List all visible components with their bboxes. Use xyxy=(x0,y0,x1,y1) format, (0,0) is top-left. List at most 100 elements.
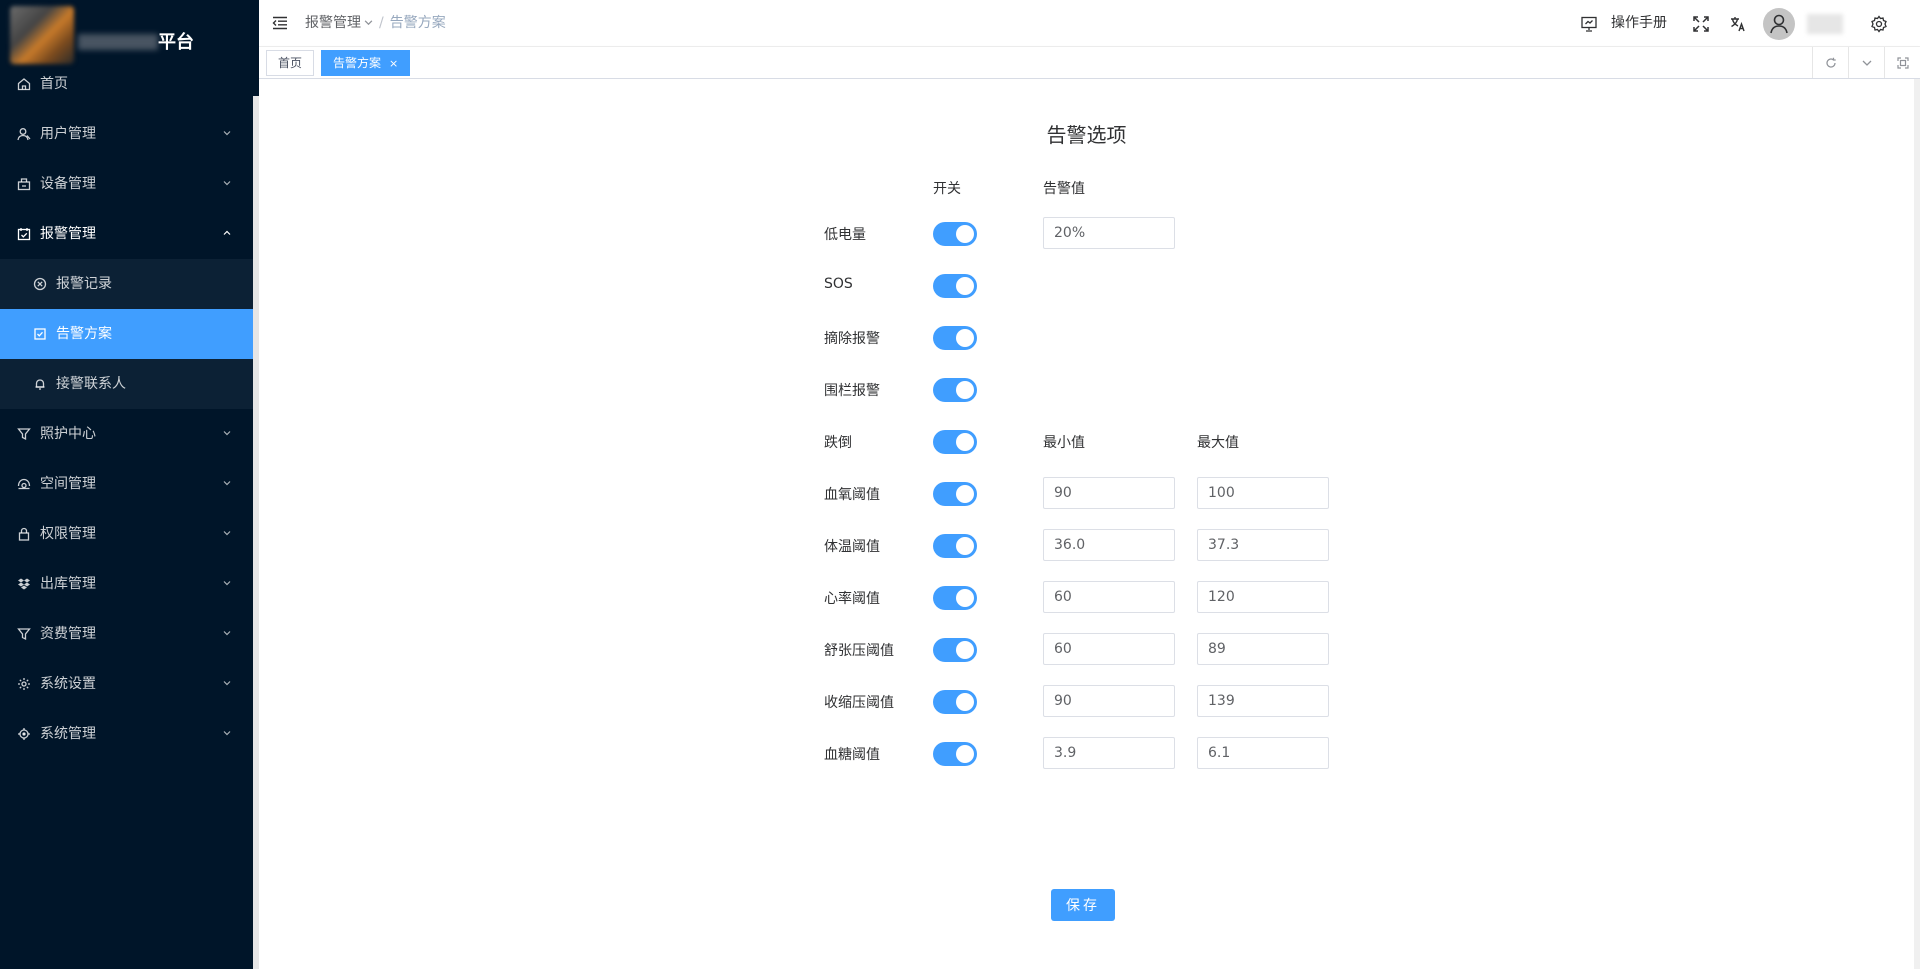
removal-alarm-switch[interactable] xyxy=(933,326,977,350)
chevron-down-icon xyxy=(223,431,231,436)
sidebar-item-alarm-plan[interactable]: 告警方案 xyxy=(0,309,253,359)
diastolic-switch[interactable] xyxy=(933,638,977,662)
diastolic-min-input[interactable] xyxy=(1043,633,1175,665)
spo2-max-input[interactable] xyxy=(1197,477,1329,509)
heart-rate-min-input[interactable] xyxy=(1043,581,1175,613)
sidebar-item-alarm-records[interactable]: 报警记录 xyxy=(0,259,253,309)
low-battery-switch[interactable] xyxy=(933,222,977,246)
sidebar-item-billing[interactable]: 资费管理 xyxy=(0,609,253,659)
breadcrumb-item-alarm-plan: 告警方案 xyxy=(389,15,446,31)
logo-title: 平台 xyxy=(158,32,194,53)
menu-fold-icon[interactable] xyxy=(272,16,288,30)
spo2-min-input[interactable] xyxy=(1043,477,1175,509)
sidebar-item-care-center[interactable]: 照护中心 xyxy=(0,409,253,459)
systolic-max-input[interactable] xyxy=(1197,685,1329,717)
temperature-max-input[interactable] xyxy=(1197,529,1329,561)
sidebar-item-system-settings[interactable]: 系统设置 xyxy=(0,659,253,709)
systolic-switch[interactable] xyxy=(933,690,977,714)
row-label-systolic: 收缩压阈值 xyxy=(824,695,894,711)
navbar-right: 操作手册 xyxy=(1580,0,1920,47)
sidebar-item-system-management[interactable]: 系统管理 xyxy=(0,709,253,759)
top-navbar: 报警管理 / 告警方案 操作手册 xyxy=(259,0,1920,47)
home-icon xyxy=(17,78,31,91)
tabs-dropdown-button[interactable] xyxy=(1848,47,1884,78)
row-label-spo2: 血氧阈值 xyxy=(824,487,880,503)
spo2-switch[interactable] xyxy=(933,482,977,506)
tab-home[interactable]: 首页 xyxy=(266,50,315,76)
tabs-fullscreen-button[interactable] xyxy=(1884,47,1920,78)
tab-label: 告警方案 xyxy=(333,56,382,70)
sos-switch[interactable] xyxy=(933,274,977,298)
row-label-heart-rate: 心率阈值 xyxy=(824,591,880,607)
heart-rate-max-input[interactable] xyxy=(1197,581,1329,613)
expand-icon xyxy=(1897,57,1909,69)
translate-icon[interactable] xyxy=(1729,15,1747,33)
chevron-down-icon xyxy=(223,581,231,586)
lock-icon xyxy=(18,527,30,541)
temperature-min-input[interactable] xyxy=(1043,529,1175,561)
systolic-min-input[interactable] xyxy=(1043,685,1175,717)
low-battery-value-input[interactable] xyxy=(1043,217,1175,249)
temperature-switch[interactable] xyxy=(933,534,977,558)
main-content: 告警选项 开关 告警值 低电量 SOS 摘除报警 围栏报警 跌倒 最小值 最大值… xyxy=(259,79,1920,969)
fullscreen-icon[interactable] xyxy=(1692,15,1710,33)
breadcrumb-item-alarm-management[interactable]: 报警管理 xyxy=(305,15,361,31)
sidebar-item-outbound[interactable]: 出库管理 xyxy=(0,559,253,609)
chevron-down-icon xyxy=(223,631,231,636)
row-label-removal-alarm: 摘除报警 xyxy=(824,331,880,347)
sidebar-item-permissions[interactable]: 权限管理 xyxy=(0,509,253,559)
sidebar-item-home[interactable]: 首页 xyxy=(0,59,253,109)
tab-alarm-plan[interactable]: 告警方案 × xyxy=(321,50,411,76)
blood-glucose-max-input[interactable] xyxy=(1197,737,1329,769)
sidebar-item-label: 出库管理 xyxy=(40,576,96,592)
sidebar-item-space-management[interactable]: 空间管理 xyxy=(0,459,253,509)
sidebar-item-label: 告警方案 xyxy=(56,326,112,342)
content-scrollbar[interactable] xyxy=(1914,79,1920,969)
blood-glucose-min-input[interactable] xyxy=(1043,737,1175,769)
presentation-icon[interactable] xyxy=(1580,15,1598,33)
chevron-down-icon xyxy=(223,731,231,736)
sidebar-item-label: 照护中心 xyxy=(40,426,96,442)
sidebar-item-label: 设备管理 xyxy=(40,176,96,192)
filter-icon xyxy=(17,428,31,441)
sidebar-item-users[interactable]: 用户管理 xyxy=(0,109,253,159)
row-label-low-battery: 低电量 xyxy=(824,227,866,243)
diastolic-max-input[interactable] xyxy=(1197,633,1329,665)
sidebar-item-label: 系统管理 xyxy=(40,726,96,742)
col-header-switch: 开关 xyxy=(933,181,961,197)
breadcrumb-separator: / xyxy=(379,15,384,31)
gear-icon xyxy=(18,678,30,690)
sidebar-menu: 首页 用户管理 设备管理 报警管理 报警记录 告警方案 接警联系人 照护中心 空… xyxy=(0,59,253,759)
chevron-down-icon xyxy=(223,681,231,686)
logo-image xyxy=(10,6,74,64)
tab-label: 首页 xyxy=(278,56,303,70)
tab-close-icon[interactable]: × xyxy=(389,52,398,76)
device-icon xyxy=(17,178,31,191)
heart-rate-switch[interactable] xyxy=(933,586,977,610)
sidebar-item-label: 接警联系人 xyxy=(56,376,126,392)
settings-gear-icon[interactable] xyxy=(1870,15,1888,33)
sidebar-item-alarm-management[interactable]: 报警管理 xyxy=(0,209,253,259)
sidebar-item-label: 报警管理 xyxy=(40,226,96,242)
sidebar-item-label: 报警记录 xyxy=(56,276,112,292)
circle-x-icon xyxy=(33,277,47,291)
fence-alarm-switch[interactable] xyxy=(933,378,977,402)
username-redacted[interactable] xyxy=(1807,14,1843,34)
sidebar-item-label: 权限管理 xyxy=(40,526,96,542)
chevron-down-icon xyxy=(223,181,231,186)
sidebar-item-alarm-contacts[interactable]: 接警联系人 xyxy=(0,359,253,409)
blood-glucose-switch[interactable] xyxy=(933,742,977,766)
save-button[interactable]: 保存 xyxy=(1051,889,1115,921)
dropbox-icon xyxy=(18,578,30,590)
bell-icon xyxy=(35,379,45,390)
fall-switch[interactable] xyxy=(933,430,977,454)
avatar[interactable] xyxy=(1763,8,1795,40)
refresh-button[interactable] xyxy=(1812,47,1848,78)
sidebar-item-devices[interactable]: 设备管理 xyxy=(0,159,253,209)
space-icon xyxy=(17,478,31,490)
alarm-check-icon xyxy=(17,228,31,241)
target-icon xyxy=(18,728,30,740)
sidebar-item-label: 首页 xyxy=(40,76,68,92)
check-square-icon xyxy=(34,328,46,340)
user-manual-link[interactable]: 操作手册 xyxy=(1611,0,1667,47)
